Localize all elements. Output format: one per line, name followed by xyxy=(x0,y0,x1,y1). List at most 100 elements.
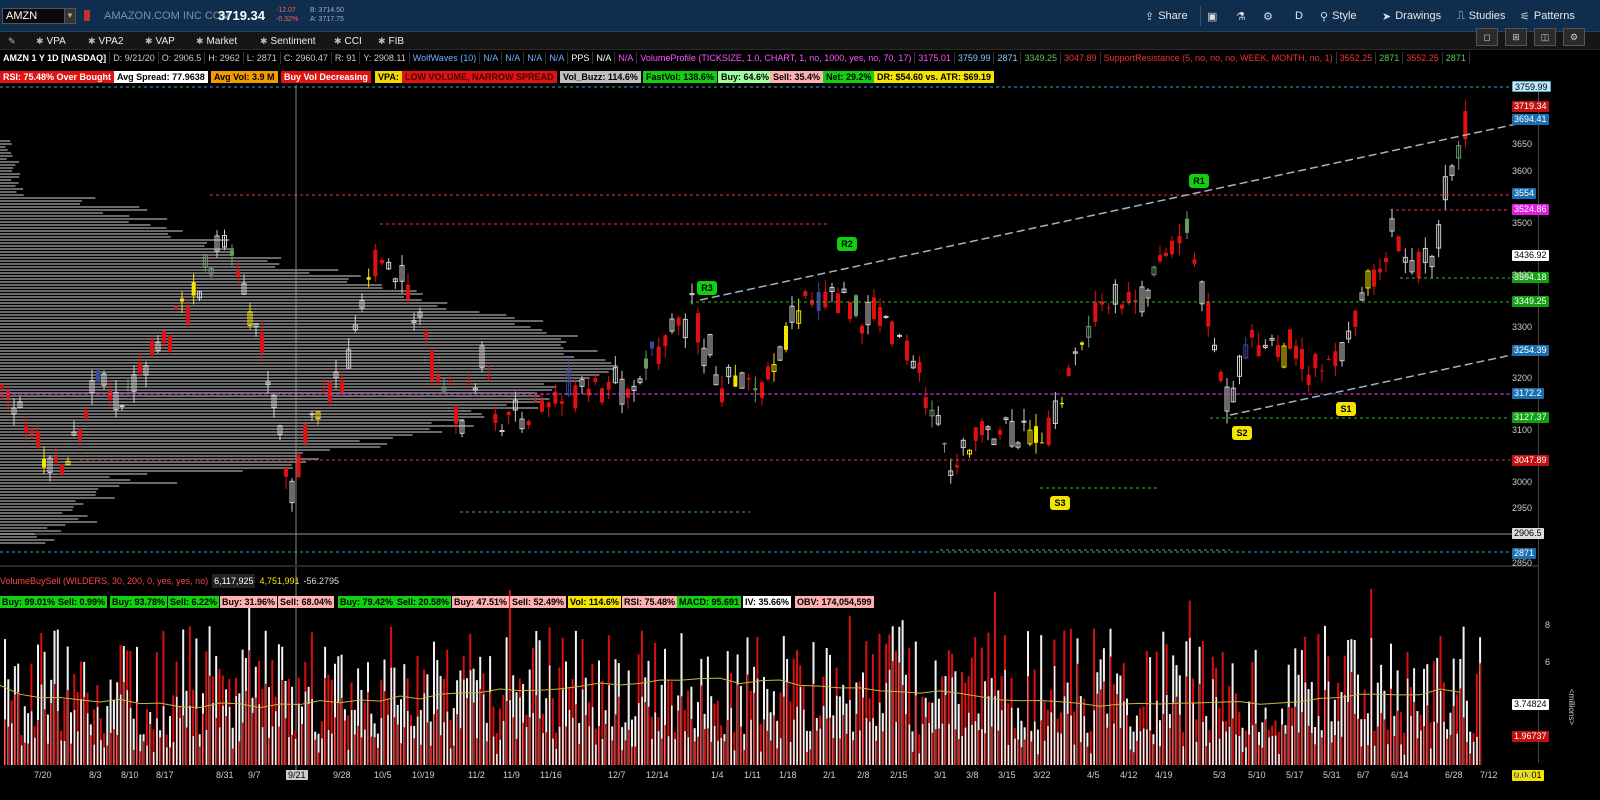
candle-body xyxy=(1339,342,1345,362)
volume-bar xyxy=(139,734,142,765)
volume-bar-overlay xyxy=(1284,733,1287,765)
volume-bar xyxy=(37,644,39,765)
study-wolfwaves[interactable]: WolfWaves (10) xyxy=(410,52,481,64)
volume-bar xyxy=(106,706,109,765)
candle-body xyxy=(612,367,618,384)
toolbar-item-vpa[interactable]: ✱ VPA xyxy=(36,34,66,48)
vol-axis-unit: <millions> xyxy=(1567,689,1576,726)
volume-bar-overlay xyxy=(727,720,729,765)
volume-bar-overlay xyxy=(935,729,937,765)
style-button[interactable]: ⚲ Style xyxy=(1320,8,1357,24)
volume-bar-overlay xyxy=(50,703,53,765)
volume-bar xyxy=(324,646,327,765)
volume-profile-bar xyxy=(0,380,581,382)
toolbar-item-vpa2[interactable]: ✱ VPA2 xyxy=(88,34,123,48)
study-supportresistance[interactable]: SupportResistance (5, no, no, no, WEEK, … xyxy=(1101,52,1337,64)
volume-bar-overlay xyxy=(756,678,759,765)
drawings-button[interactable]: ➤ Drawings xyxy=(1382,8,1441,24)
volume-bar xyxy=(1221,651,1224,765)
flask-button[interactable]: ⚗ xyxy=(1236,8,1246,24)
candle-body xyxy=(935,415,941,425)
volume-bar-overlay xyxy=(1119,727,1122,765)
volume-bar-overlay xyxy=(595,744,597,765)
patterns-button[interactable]: ⚟ Patterns xyxy=(1520,8,1575,24)
volume-bar xyxy=(1340,692,1343,765)
volume-bar-overlay xyxy=(251,712,254,765)
volume-bar-overlay xyxy=(354,734,356,765)
volume-bar xyxy=(881,713,884,765)
pin-button[interactable]: ✎ xyxy=(8,34,16,48)
share-button[interactable]: ⇪ Share xyxy=(1145,8,1188,24)
volume-bar-overlay xyxy=(1218,738,1221,765)
candle-body xyxy=(162,331,166,344)
symbol-dropdown-icon[interactable]: ▼ xyxy=(64,8,76,24)
toolbar-item-market[interactable]: ✱ Market xyxy=(196,34,237,48)
toolbar-item-cci[interactable]: ✱ CCI xyxy=(334,34,362,48)
volume-bar xyxy=(1238,711,1241,765)
volume-bar xyxy=(1251,661,1254,765)
volume-profile-bar xyxy=(0,200,82,202)
volume-bar-overlay xyxy=(453,745,455,765)
flex-layout-button[interactable]: ◫ xyxy=(1534,28,1556,46)
volume-bar xyxy=(1426,664,1429,765)
volume-bar xyxy=(954,671,957,765)
volume-bar xyxy=(769,712,772,765)
volume-bar-overlay xyxy=(360,737,363,765)
volume-bar xyxy=(1195,719,1198,765)
volume-bar xyxy=(1350,639,1353,765)
volume-bar xyxy=(202,693,204,765)
toolbar-item-fib[interactable]: ✱ FIB xyxy=(378,34,404,48)
volume-bar-overlay xyxy=(113,729,115,765)
gear-icon: ✱ xyxy=(334,35,342,46)
volume-bar xyxy=(1003,635,1006,765)
volume-bar-overlay xyxy=(57,711,59,765)
volume-bar xyxy=(33,725,36,765)
volume-bar xyxy=(1007,703,1010,765)
volume-bar-overlay xyxy=(697,736,699,765)
study-pps[interactable]: PPS xyxy=(568,52,594,64)
volume-bar-overlay xyxy=(433,714,435,765)
volume-bar-overlay xyxy=(143,741,145,765)
volume-profile-bar xyxy=(0,443,387,445)
volume-study-title[interactable]: VolumeBuySell (WILDERS, 30, 200, 0, yes,… xyxy=(0,574,208,588)
candle-body xyxy=(54,456,58,463)
style-icon: ⚲ xyxy=(1320,10,1329,23)
candle-body xyxy=(1185,218,1189,233)
volume-bar-overlay xyxy=(172,742,175,765)
volume-bar xyxy=(442,678,445,765)
volume-bar-overlay xyxy=(30,711,33,765)
grid-button[interactable]: ▣ xyxy=(1207,8,1217,24)
volume-bar xyxy=(680,633,683,765)
volume-bar-overlay xyxy=(1298,732,1300,765)
volume-bar-overlay xyxy=(1436,722,1439,765)
volume-bar-overlay xyxy=(410,725,412,765)
studies-button[interactable]: ⎍ Studies xyxy=(1457,8,1505,24)
volume-bar-overlay xyxy=(1156,700,1158,765)
candle-body xyxy=(47,457,53,473)
vol-label-buy: Buy: 99.01% xyxy=(0,596,58,608)
vol-label-sell: Sell: 52.49% xyxy=(510,596,567,608)
toolbar-label: VPA xyxy=(46,35,66,47)
volume-bar xyxy=(1093,628,1095,765)
volume-bar xyxy=(1218,707,1221,765)
volume-bar-overlay xyxy=(232,748,234,765)
settings-button[interactable]: ⚙ xyxy=(1263,8,1273,24)
candle-body xyxy=(84,410,88,419)
volume-bar-overlay xyxy=(1123,701,1125,765)
study-volumeprofile[interactable]: VolumeProfile (TICKSIZE, 1.0, CHART, 1, … xyxy=(637,52,916,64)
volume-bar-overlay xyxy=(377,747,379,765)
volume-bar xyxy=(634,716,637,765)
timeframe-button[interactable]: D xyxy=(1295,8,1303,24)
volume-bar-overlay xyxy=(149,724,152,765)
share-icon: ⇪ xyxy=(1145,10,1155,23)
toolbar-item-vap[interactable]: ✱ VAP xyxy=(145,34,175,48)
volume-bar-overlay xyxy=(1321,737,1323,765)
chart-settings-button[interactable]: ⚙ xyxy=(1563,28,1585,46)
date-tick: 5/10 xyxy=(1248,770,1266,780)
single-layout-button[interactable]: ◻ xyxy=(1476,28,1498,46)
grid-layout-button[interactable]: ⊞ xyxy=(1505,28,1527,46)
candle-body xyxy=(606,381,611,390)
volume-bar-overlay xyxy=(694,741,696,765)
volume-bar xyxy=(614,659,617,765)
toolbar-item-sentiment[interactable]: ✱ Sentiment xyxy=(260,34,316,48)
